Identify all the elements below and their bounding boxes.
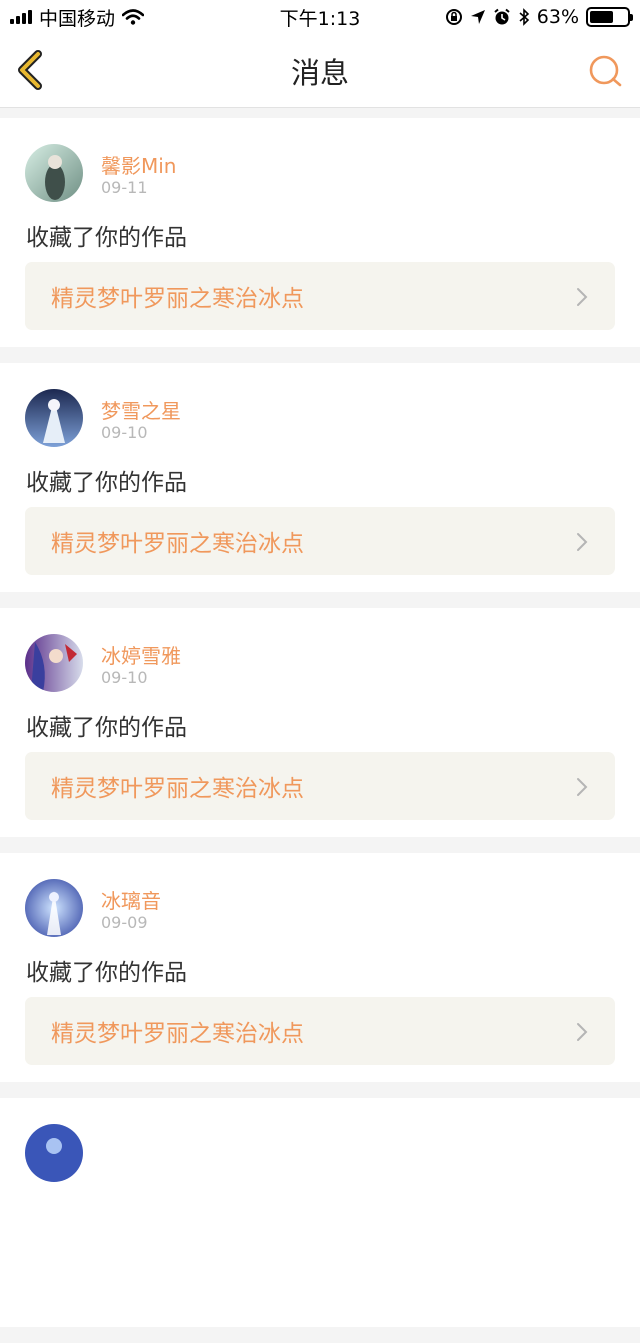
- carrier-label: 中国移动: [39, 7, 116, 30]
- alarm-icon: [494, 8, 510, 25]
- status-bar: 中国移动 下午1:13 63%: [0, 0, 640, 34]
- status-left: 中国移动: [10, 4, 145, 31]
- message-card: 馨影Min 09-11 收藏了你的作品 精灵梦叶罗丽之寒治冰点: [0, 118, 640, 347]
- username[interactable]: 馨影Min: [101, 150, 177, 179]
- signal-icon: [10, 10, 32, 24]
- username[interactable]: 梦雪之星: [101, 395, 181, 424]
- username[interactable]: 冰婷雪雅: [101, 640, 181, 669]
- location-icon: [470, 10, 485, 24]
- message-date: 09-10: [101, 668, 148, 687]
- search-button[interactable]: [586, 52, 626, 92]
- bluetooth-icon: [519, 8, 529, 26]
- message-date: 09-09: [101, 913, 148, 932]
- work-link[interactable]: 精灵梦叶罗丽之寒治冰点: [25, 752, 615, 820]
- status-right: 63%: [445, 6, 633, 28]
- message-card-partial: [0, 1098, 640, 1327]
- message-date: 09-10: [101, 423, 148, 442]
- search-icon: [589, 55, 622, 87]
- message-action: 收藏了你的作品: [26, 715, 187, 741]
- work-title: 精灵梦叶罗丽之寒治冰点: [51, 1021, 304, 1047]
- orientation-lock-icon: [445, 9, 462, 25]
- message-date: 09-11: [101, 178, 148, 197]
- nav-bar: 消息: [0, 34, 640, 108]
- work-link[interactable]: 精灵梦叶罗丽之寒治冰点: [25, 507, 615, 575]
- message-card: 冰璃音 09-09 收藏了你的作品 精灵梦叶罗丽之寒治冰点: [0, 853, 640, 1082]
- avatar[interactable]: [25, 634, 83, 692]
- work-title: 精灵梦叶罗丽之寒治冰点: [51, 776, 304, 802]
- message-action: 收藏了你的作品: [26, 470, 187, 496]
- avatar[interactable]: [25, 1124, 83, 1182]
- chevron-right-icon: [577, 288, 588, 306]
- username[interactable]: 冰璃音: [101, 885, 161, 914]
- avatar[interactable]: [25, 879, 83, 937]
- chevron-left-icon: [18, 50, 42, 90]
- message-list: 馨影Min 09-11 收藏了你的作品 精灵梦叶罗丽之寒治冰点 梦雪之星 09-…: [0, 118, 640, 1343]
- message-card: 冰婷雪雅 09-10 收藏了你的作品 精灵梦叶罗丽之寒治冰点: [0, 608, 640, 837]
- work-title: 精灵梦叶罗丽之寒治冰点: [51, 531, 304, 557]
- battery-fill: [590, 11, 613, 23]
- message-card: 梦雪之星 09-10 收藏了你的作品 精灵梦叶罗丽之寒治冰点: [0, 363, 640, 592]
- battery-percent: 63%: [536, 6, 579, 28]
- battery-icon: [586, 7, 633, 27]
- chevron-right-icon: [577, 533, 588, 551]
- chevron-right-icon: [577, 778, 588, 796]
- work-title: 精灵梦叶罗丽之寒治冰点: [51, 286, 304, 312]
- avatar[interactable]: [25, 389, 83, 447]
- work-link[interactable]: 精灵梦叶罗丽之寒治冰点: [25, 262, 615, 330]
- message-action: 收藏了你的作品: [26, 225, 187, 251]
- page-title: 消息: [290, 55, 349, 90]
- back-button[interactable]: [14, 50, 54, 90]
- chevron-right-icon: [577, 1023, 588, 1041]
- avatar[interactable]: [25, 144, 83, 202]
- work-link[interactable]: 精灵梦叶罗丽之寒治冰点: [25, 997, 615, 1065]
- message-action: 收藏了你的作品: [26, 960, 187, 986]
- wifi-icon: [122, 9, 145, 25]
